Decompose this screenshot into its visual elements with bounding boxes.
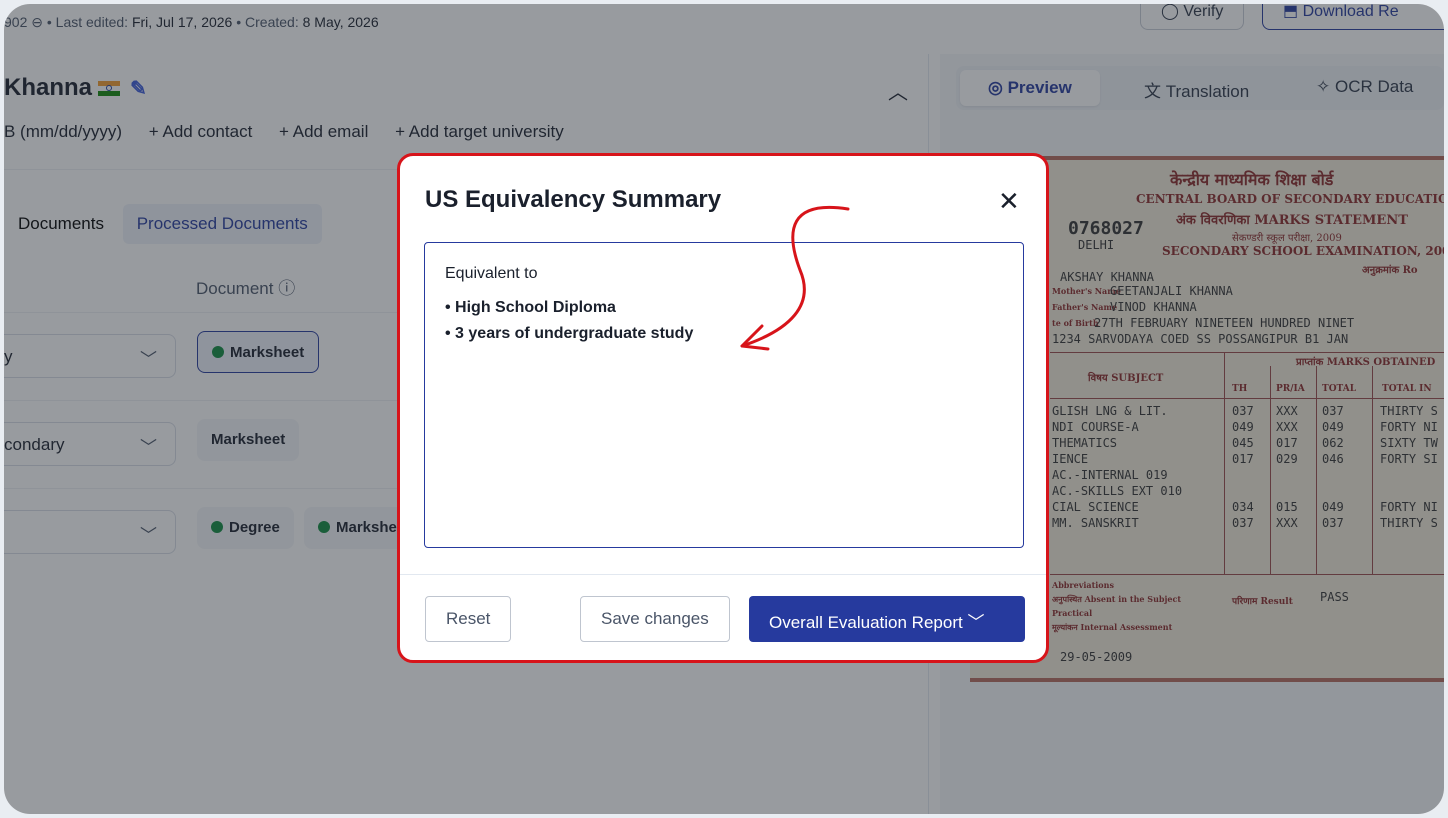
annotation-arrow	[740, 206, 850, 351]
